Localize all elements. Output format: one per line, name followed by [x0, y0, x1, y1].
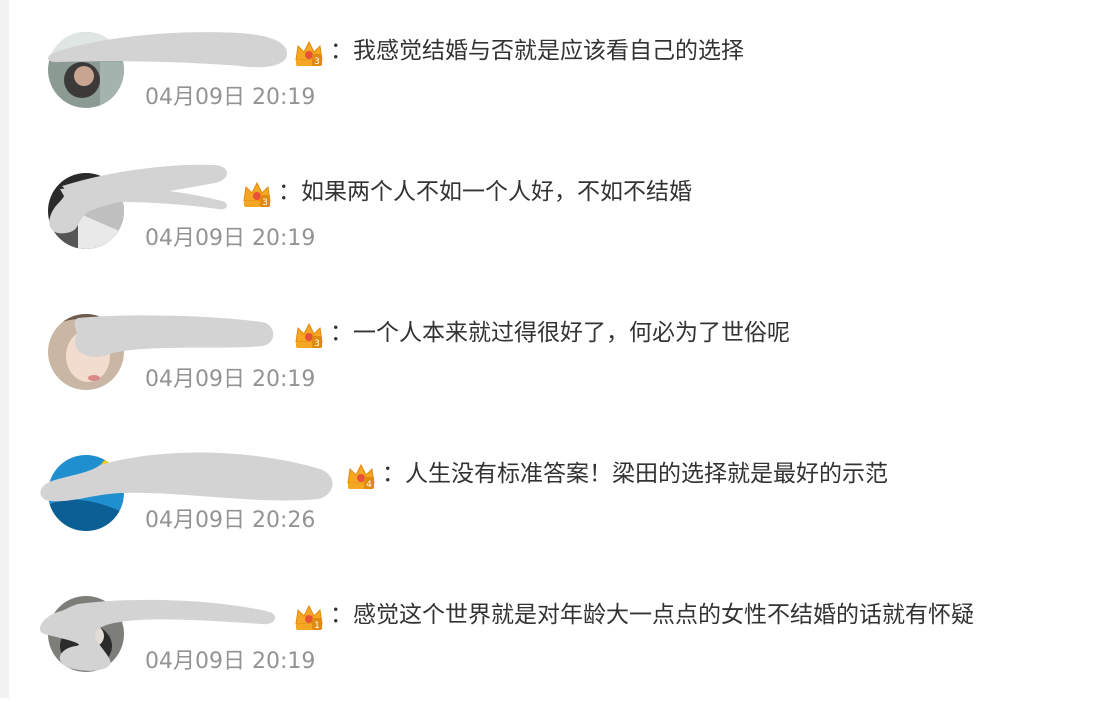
- avatar[interactable]: [48, 596, 124, 672]
- username[interactable]: [250, 318, 270, 344]
- comment-text: ：感觉这个世界就是对年龄大一点点的女性不结婚的话就有怀疑: [330, 602, 974, 628]
- svg-text:3: 3: [262, 198, 268, 208]
- username[interactable]: [295, 459, 315, 485]
- comment-text: ：如果两个人不如一个人好，不如不结婚: [278, 179, 692, 205]
- comment-text: ：人生没有标准答案！梁田的选择就是最好的示范: [382, 461, 888, 487]
- name-redaction: [39, 599, 276, 671]
- crown-badge-icon[interactable]: 3: [293, 38, 325, 68]
- name-redaction: [40, 452, 333, 502]
- crown-badge-icon[interactable]: 3: [293, 320, 325, 350]
- avatar[interactable]: [48, 455, 124, 531]
- crown-badge-icon[interactable]: 4: [345, 461, 377, 491]
- crown-badge-icon[interactable]: 1: [293, 602, 325, 632]
- name-redaction: [48, 32, 288, 68]
- username[interactable]: [240, 600, 260, 626]
- timestamp: 04月09日 20:19: [145, 649, 316, 674]
- comment-item: 3 ：我感觉结婚与否就是应该看自己的选择 04月09日 20:19: [0, 0, 1100, 140]
- timestamp: 04月09日 20:19: [145, 85, 316, 110]
- svg-text:4: 4: [366, 480, 372, 490]
- svg-text:3: 3: [314, 339, 320, 349]
- username[interactable]: [148, 36, 168, 62]
- timestamp: 04月09日 20:19: [145, 226, 316, 251]
- comment-text: ：我感觉结婚与否就是应该看自己的选择: [330, 38, 744, 64]
- name-redaction: [74, 315, 274, 357]
- avatar[interactable]: [48, 173, 124, 249]
- avatar[interactable]: [48, 314, 124, 390]
- username[interactable]: [205, 177, 225, 203]
- timestamp: 04月09日 20:26: [145, 508, 316, 533]
- svg-text:3: 3: [314, 57, 320, 67]
- name-redaction: [49, 164, 228, 234]
- comment-item: 3 ：如果两个人不如一个人好，不如不结婚 04月09日 20:19: [0, 141, 1100, 281]
- comment-text: ：一个人本来就过得很好了，何必为了世俗呢: [330, 320, 790, 346]
- svg-text:1: 1: [314, 621, 320, 631]
- comment-item: 3 ：一个人本来就过得很好了，何必为了世俗呢 04月09日 20:19: [0, 282, 1100, 422]
- comment-item: 4 ：人生没有标准答案！梁田的选择就是最好的示范 04月09日 20:26: [0, 423, 1100, 563]
- timestamp: 04月09日 20:19: [145, 367, 316, 392]
- comment-item: 1 ：感觉这个世界就是对年龄大一点点的女性不结婚的话就有怀疑 04月09日 20…: [0, 564, 1100, 704]
- avatar[interactable]: [48, 32, 124, 108]
- crown-badge-icon[interactable]: 3: [241, 179, 273, 209]
